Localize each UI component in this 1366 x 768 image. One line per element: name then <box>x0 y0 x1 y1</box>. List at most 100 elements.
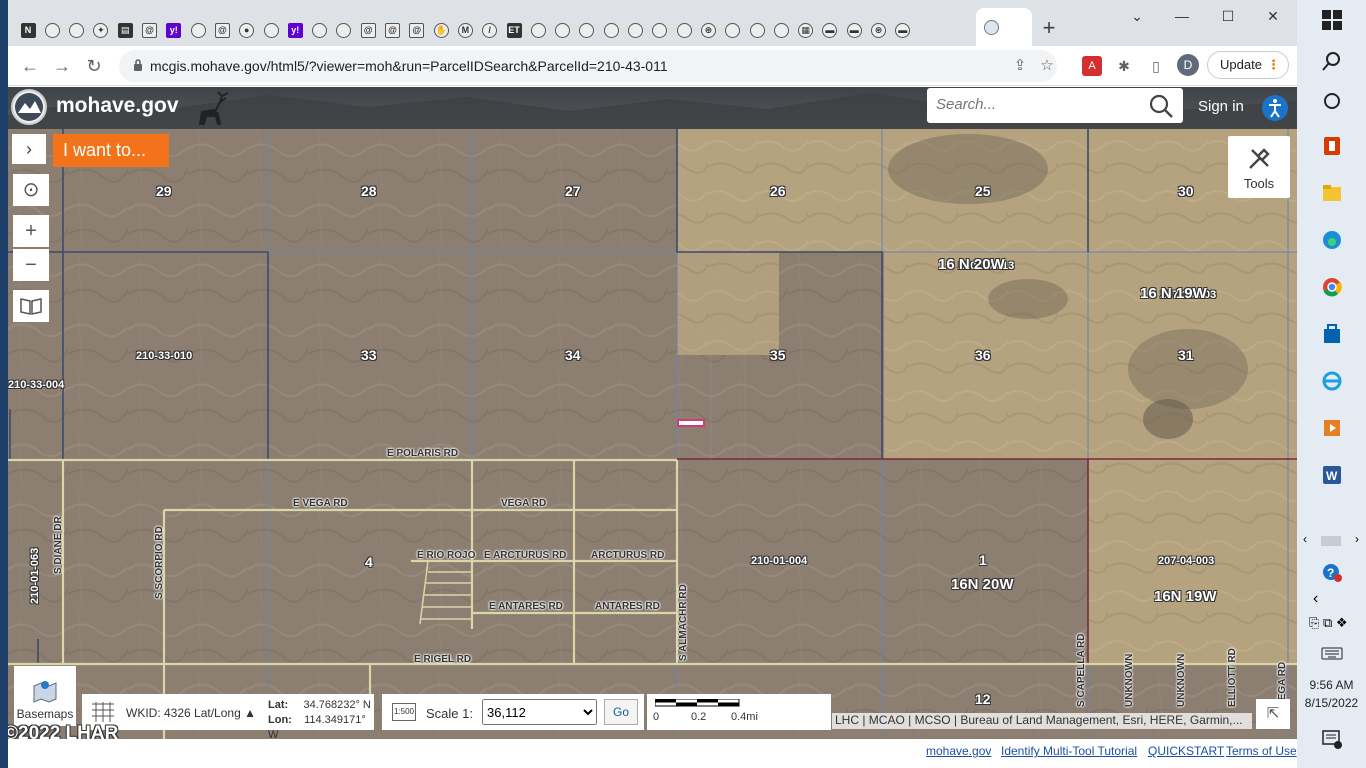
browser-tab[interactable] <box>745 17 769 43</box>
browser-tab[interactable] <box>186 17 210 43</box>
browser-tab[interactable]: @ <box>138 17 162 43</box>
forward-button[interactable]: → <box>51 55 73 77</box>
maximize-button[interactable]: ☐ <box>1218 6 1238 26</box>
browser-tab[interactable]: ✋ <box>429 17 453 43</box>
clock-time[interactable]: 9:56 AM <box>1297 678 1366 692</box>
scroll-right-icon[interactable]: › <box>1355 532 1359 546</box>
search-input[interactable] <box>936 96 1146 113</box>
browser-tab[interactable]: ▤ <box>113 17 137 43</box>
update-button[interactable]: Update ⋮ <box>1207 51 1289 79</box>
close-window-button[interactable]: ✕ <box>1263 6 1283 26</box>
media-icon[interactable] <box>1321 417 1343 439</box>
footer-link-tutorial[interactable]: Identify Multi-Tool Tutorial <box>1001 744 1137 758</box>
new-tab-button[interactable]: + <box>1039 17 1059 39</box>
file-explorer-icon[interactable] <box>1321 182 1343 204</box>
i-want-to-button[interactable]: I want to... <box>53 134 169 167</box>
expand-panel-button[interactable]: › <box>12 134 46 164</box>
browser-tab[interactable] <box>332 17 356 43</box>
sign-in-link[interactable]: Sign in <box>1198 98 1244 115</box>
browser-tab[interactable] <box>551 17 575 43</box>
browser-tab[interactable]: ● <box>235 17 259 43</box>
browser-tab[interactable]: y! <box>162 17 186 43</box>
chevron-left-icon[interactable]: ‹ <box>1313 590 1335 612</box>
footer-link-terms[interactable]: Terms of Use <box>1226 744 1297 758</box>
share-icon[interactable]: ⇪ <box>1012 58 1028 74</box>
site-name[interactable]: mohave.gov <box>56 94 179 118</box>
word-icon[interactable]: W <box>1321 464 1343 486</box>
book-icon[interactable] <box>13 290 49 322</box>
browser-tab[interactable]: @ <box>356 17 380 43</box>
taskbar-scroller[interactable]: ‹ › <box>1297 532 1366 550</box>
collapse-overview-icon[interactable]: ⇱ <box>1256 699 1290 729</box>
tray-icons[interactable]: ⎘ ⧉ ❖ <box>1309 615 1359 637</box>
browser-tab[interactable]: ⊛ <box>696 17 720 43</box>
profile-avatar[interactable]: D <box>1177 54 1199 76</box>
browser-tab[interactable]: ET <box>502 17 526 43</box>
minimize-button[interactable]: — <box>1172 6 1192 26</box>
browser-tab[interactable]: @ <box>381 17 405 43</box>
zoom-in-button[interactable]: + <box>13 215 49 247</box>
tools-button[interactable]: Tools <box>1228 136 1290 198</box>
go-button[interactable]: Go <box>604 699 638 725</box>
browser-tab[interactable]: ▬ <box>842 17 866 43</box>
help-icon[interactable]: ? <box>1321 562 1343 584</box>
browser-tab[interactable] <box>259 17 283 43</box>
address-bar[interactable]: mcgis.mohave.gov/html5/?viewer=moh&run=P… <box>119 50 1057 82</box>
extensions-puzzle-icon[interactable]: ✱ <box>1114 56 1134 76</box>
reload-button[interactable]: ↻ <box>83 55 105 77</box>
browser-tab[interactable]: ▦ <box>794 17 818 43</box>
browser-tab[interactable] <box>575 17 599 43</box>
side-panel-icon[interactable]: ▯ <box>1146 56 1166 76</box>
browser-tab[interactable] <box>308 17 332 43</box>
browser-tab[interactable] <box>40 17 64 43</box>
clock-date[interactable]: 8/15/2022 <box>1297 696 1366 710</box>
footer-link-quickstart[interactable]: QUICKSTART <box>1148 744 1224 758</box>
browser-tab[interactable] <box>599 17 623 43</box>
keyboard-icon[interactable] <box>1321 642 1343 664</box>
browser-tab[interactable]: ✦ <box>89 17 113 43</box>
browser-tab[interactable]: y! <box>283 17 307 43</box>
map-canvas[interactable] <box>8 129 1297 739</box>
bookmark-star-icon[interactable]: ☆ <box>1039 58 1055 74</box>
windows-start-icon[interactable] <box>1321 9 1343 31</box>
browser-tab[interactable]: M <box>453 17 477 43</box>
browser-tab[interactable]: N <box>16 17 40 43</box>
browser-tab[interactable]: @ <box>210 17 234 43</box>
search-icon[interactable] <box>1148 93 1174 119</box>
wkid-selector[interactable]: WKID: 4326 Lat/Long ▲ <box>126 706 256 720</box>
edge-icon[interactable] <box>1321 229 1343 251</box>
browser-tab[interactable] <box>672 17 696 43</box>
back-button[interactable]: ← <box>19 55 41 77</box>
browser-tab[interactable]: ⊛ <box>867 17 891 43</box>
county-seal-logo[interactable] <box>11 89 47 125</box>
scroll-left-icon[interactable]: ‹ <box>1303 532 1307 546</box>
cortana-icon[interactable] <box>1321 90 1343 112</box>
browser-tab[interactable] <box>624 17 648 43</box>
accessibility-icon[interactable] <box>1262 95 1288 121</box>
browser-tab[interactable]: ▬ <box>818 17 842 43</box>
browser-tab[interactable] <box>721 17 745 43</box>
store-icon[interactable] <box>1321 323 1343 345</box>
selected-parcel-marker[interactable] <box>677 419 705 427</box>
search-icon[interactable] <box>1321 50 1343 72</box>
pdf-extension-icon[interactable]: A <box>1082 56 1102 76</box>
locate-icon[interactable]: ⊙ <box>13 174 49 206</box>
internet-explorer-icon[interactable] <box>1321 370 1343 392</box>
scroll-thumb[interactable] <box>1321 536 1341 546</box>
browser-tab[interactable] <box>769 17 793 43</box>
office-icon[interactable] <box>1321 135 1343 157</box>
browser-tab[interactable] <box>526 17 550 43</box>
browser-tab[interactable] <box>65 17 89 43</box>
notifications-icon[interactable] <box>1321 728 1343 750</box>
browser-tab[interactable]: / <box>478 17 502 43</box>
chrome-icon[interactable] <box>1321 276 1343 298</box>
map-view[interactable]: 29 28 27 26 25 30 33 34 35 36 31 4 1 12 … <box>8 129 1297 739</box>
zoom-out-button[interactable]: − <box>13 249 49 281</box>
browser-tab[interactable]: @ <box>405 17 429 43</box>
globe-grid-icon[interactable] <box>90 700 116 724</box>
basemaps-button[interactable]: Basemaps <box>14 666 76 726</box>
browser-tab[interactable]: ▬ <box>891 17 915 43</box>
scale-icon[interactable]: 1:500 <box>392 703 416 721</box>
scale-select[interactable]: 36,112 <box>482 699 597 725</box>
footer-link-mohave[interactable]: mohave.gov <box>926 744 991 758</box>
